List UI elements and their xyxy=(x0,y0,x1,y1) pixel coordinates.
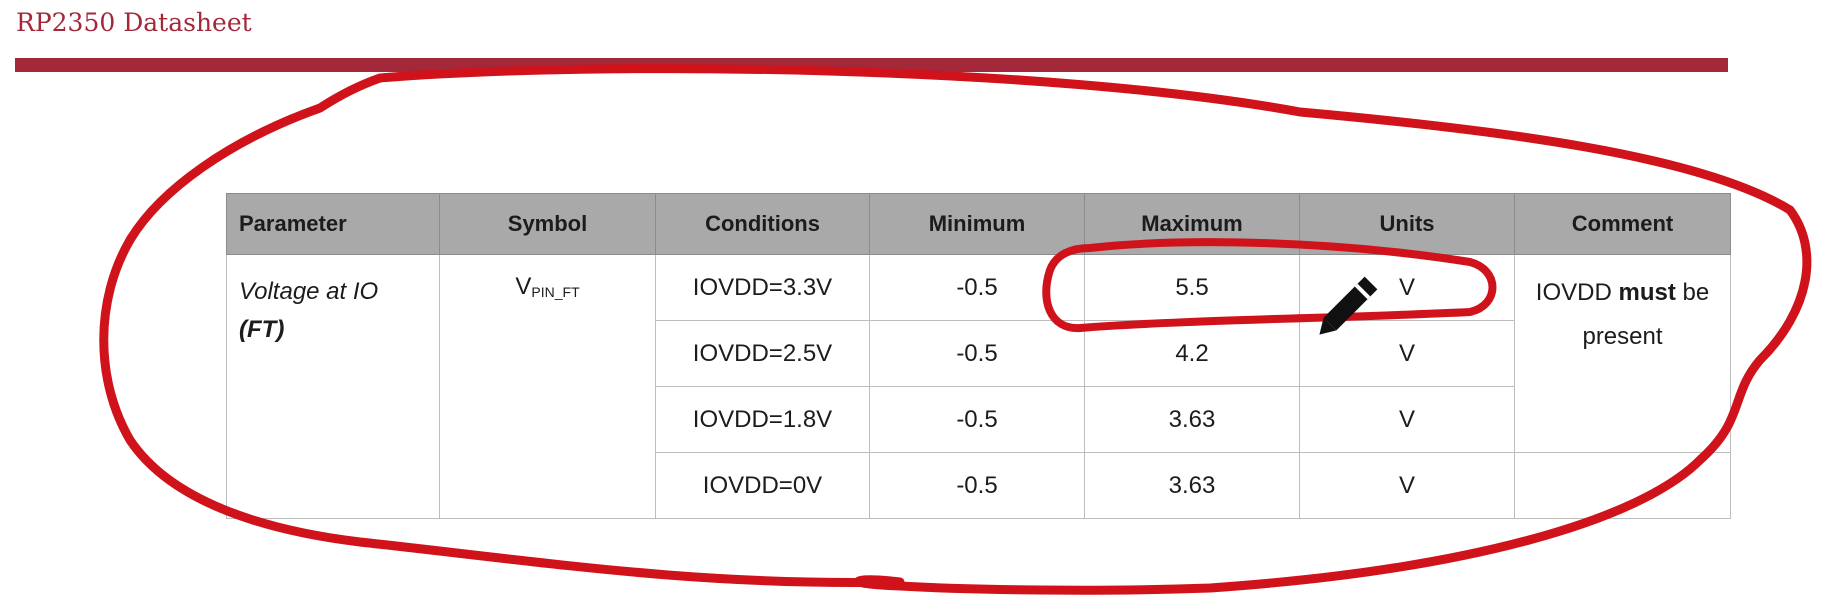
column-header-maximum: Maximum xyxy=(1084,193,1300,255)
units-cell: V xyxy=(1299,254,1515,321)
symbol-subscript: PIN_FT xyxy=(531,284,580,300)
comment-cell-empty xyxy=(1514,452,1731,519)
minimum-cell: -0.5 xyxy=(869,452,1085,519)
column-header-units: Units xyxy=(1299,193,1515,255)
comment-cell: IOVDD must be present xyxy=(1514,254,1731,453)
parameter-name: Voltage at IO xyxy=(239,278,379,305)
symbol-cell: VPIN_FT xyxy=(439,254,656,519)
comment-text-before: IOVDD xyxy=(1535,279,1619,306)
minimum-cell: -0.5 xyxy=(869,254,1085,321)
column-header-parameter: Parameter xyxy=(226,193,440,255)
units-cell: V xyxy=(1299,320,1515,387)
maximum-cell: 3.63 xyxy=(1084,452,1300,519)
column-header-minimum: Minimum xyxy=(869,193,1085,255)
comment-emphasis: must xyxy=(1618,279,1676,306)
minimum-cell: -0.5 xyxy=(869,386,1085,453)
conditions-cell: IOVDD=2.5V xyxy=(655,320,870,387)
conditions-cell: IOVDD=3.3V xyxy=(655,254,870,321)
parameter-cell: Voltage at IO (FT) xyxy=(226,254,440,519)
maximum-cell: 5.5 xyxy=(1084,254,1300,321)
table-header-row: Parameter Symbol Conditions Minimum Maxi… xyxy=(226,193,1731,255)
parameter-qualifier: (FT) xyxy=(239,316,285,343)
header-rule xyxy=(15,58,1728,72)
minimum-cell: -0.5 xyxy=(869,320,1085,387)
table-row: Voltage at IO (FT) VPIN_FT IOVDD=3.3V -0… xyxy=(226,254,1731,519)
document-title: RP2350 Datasheet xyxy=(16,8,252,37)
units-cell: V xyxy=(1299,386,1515,453)
conditions-cell: IOVDD=0V xyxy=(655,452,870,519)
units-cell: V xyxy=(1299,452,1515,519)
column-header-conditions: Conditions xyxy=(655,193,870,255)
conditions-cell: IOVDD=1.8V xyxy=(655,386,870,453)
column-header-symbol: Symbol xyxy=(439,193,656,255)
maximum-cell: 3.63 xyxy=(1084,386,1300,453)
maximum-cell: 4.2 xyxy=(1084,320,1300,387)
symbol-base: V xyxy=(515,273,532,300)
column-header-comment: Comment xyxy=(1514,193,1731,255)
spec-table: Parameter Symbol Conditions Minimum Maxi… xyxy=(226,193,1731,519)
